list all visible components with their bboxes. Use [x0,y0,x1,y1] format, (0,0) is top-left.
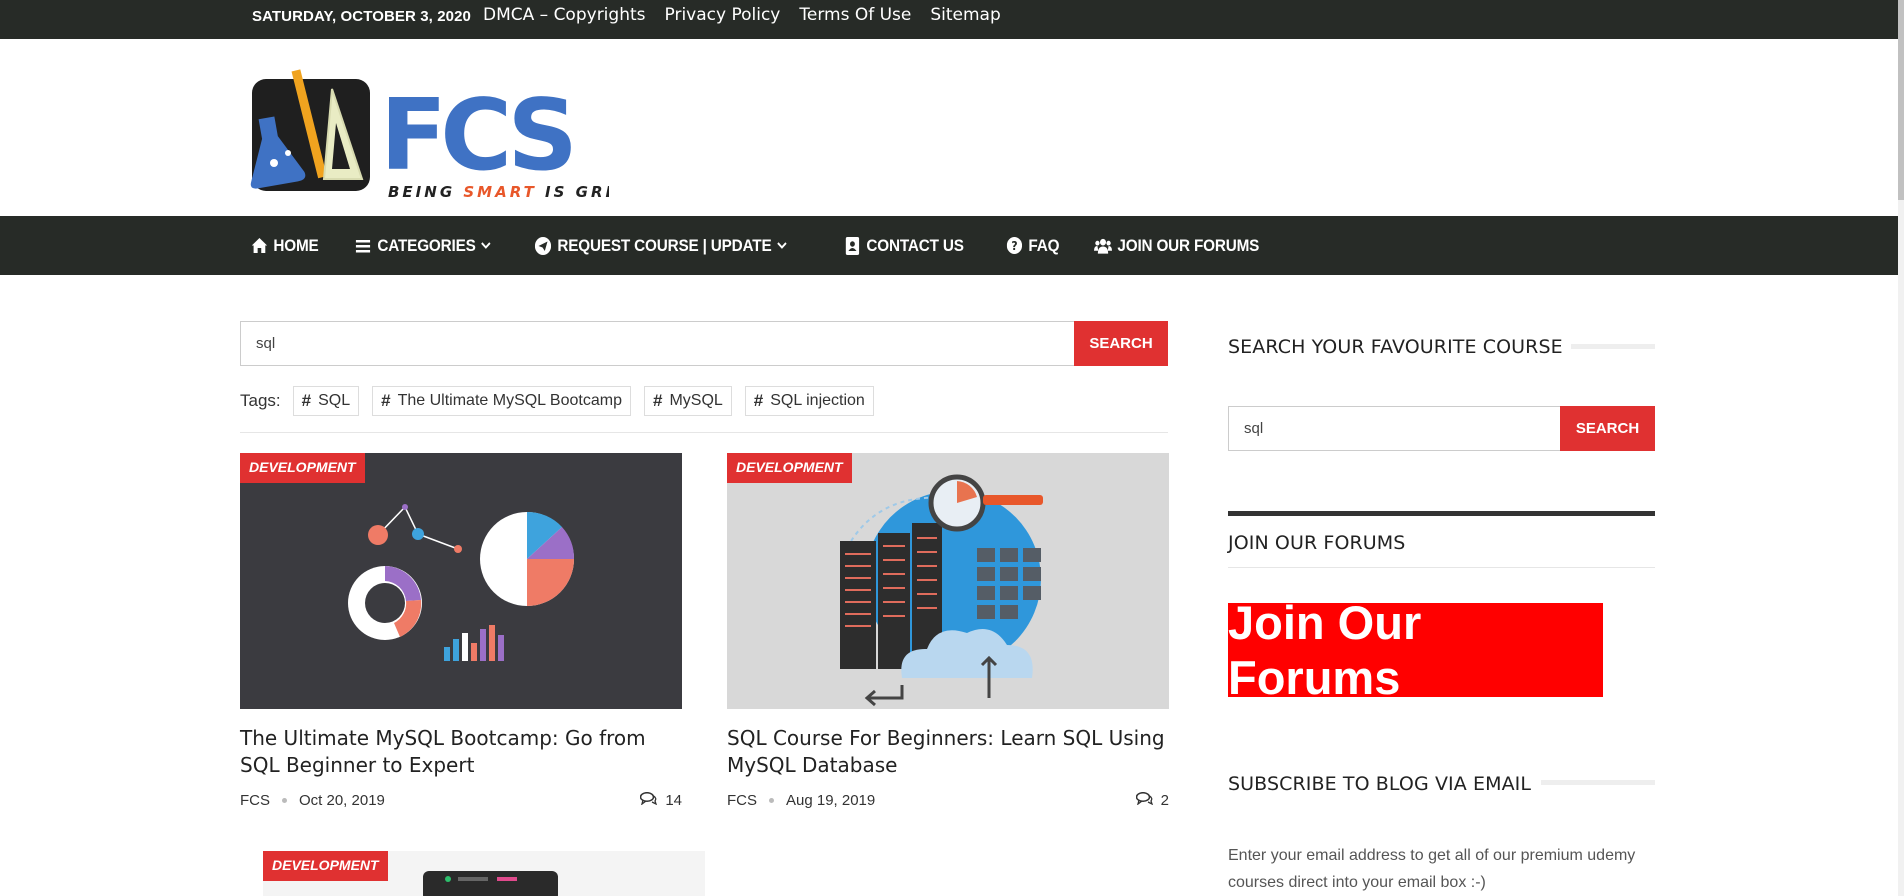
logo-text: FCS [380,79,580,193]
divider [1228,567,1655,568]
comments-count: 14 [665,792,682,809]
logo-tagline-post: IS GREAT [537,183,609,201]
divider [240,432,1168,433]
sidebar-search-input[interactable] [1229,407,1561,450]
post-author[interactable]: FCS [727,792,757,809]
scrollbar-thumb[interactable] [1898,0,1904,200]
join-forums-banner[interactable]: Join Our Forums [1228,596,1603,704]
post-thumbnail[interactable]: DEVELOPMENT [727,453,1169,709]
post-thumbnail[interactable]: DEVELOPMENT [263,851,705,896]
post-meta: FCS Aug 19, 2019 2 [727,791,1169,809]
hashtag-icon: # [301,391,312,410]
tag-label: SQL injection [770,392,865,409]
nav-label-request-course: REQUEST COURSE | UPDATE [557,235,772,255]
tags-row: Tags: # SQL # The Ultimate MySQL Bootcamp … [240,386,887,416]
nav-item-faq[interactable]: ? FAQ [1005,235,1060,256]
hashtag-icon: # [381,391,391,410]
question-circle-icon: ? [1005,236,1023,256]
nav-item-forums[interactable]: JOIN OUR FORUMS [1093,235,1259,256]
main-search-input[interactable] [241,322,1075,365]
sidebar-forums-title: JOIN OUR FORUMS [1228,532,1406,554]
main-search-form: SEARCH [240,321,1168,366]
logo-tagline-pre: BEING [388,183,463,201]
post-comments[interactable]: 14 [640,791,682,809]
post-meta: FCS Oct 20, 2019 14 [240,791,682,809]
nav-label-faq: FAQ [1028,235,1060,255]
category-badge[interactable]: DEVELOPMENT [240,453,365,483]
site-header: FCS BEING SMART IS GREAT [0,39,1898,216]
post-date: Oct 20, 2019 [299,792,385,809]
bars-icon [354,236,372,256]
tag-label: MySQL [669,392,723,409]
top-link-privacy[interactable]: Privacy Policy [665,5,781,25]
sidebar-subscribe-title: SUBSCRIBE TO BLOG VIA EMAIL [1228,773,1532,795]
post-date: Aug 19, 2019 [786,792,876,809]
main-nav: HOME CATEGORIES REQUEST COURSE | UPDATE [0,216,1898,275]
logo-tagline-accent: SMART [463,183,536,201]
top-link-sitemap[interactable]: Sitemap [930,5,1000,25]
address-card-icon [843,236,861,256]
svg-text:BEING SMART IS GREAT: BEING SMART IS GREAT [388,183,609,201]
title-decoration [1541,780,1655,785]
sidebar-search-title: SEARCH YOUR FAVOURITE COURSE [1228,336,1563,358]
top-link-dmca[interactable]: DMCA – Copyrights [483,5,646,25]
comments-icon [640,791,658,809]
nav-item-categories[interactable]: CATEGORIES [354,236,491,256]
sidebar-search-form: SEARCH [1228,406,1655,451]
tag-label: The Ultimate MySQL Bootcamp [397,392,622,409]
post-title[interactable]: The Ultimate MySQL Bootcamp: Go from SQL… [240,725,682,779]
nav-item-request-course[interactable]: REQUEST COURSE | UPDATE [534,236,787,256]
database-cloud-illustration [727,453,1169,709]
site-logo[interactable]: FCS BEING SMART IS GREAT [244,61,609,201]
nav-label-contact: CONTACT US [866,235,965,255]
nav-label-forums: JOIN OUR FORUMS [1117,235,1259,255]
tag-mysql-bootcamp[interactable]: # The Ultimate MySQL Bootcamp [372,386,631,416]
users-icon [1093,236,1112,256]
top-bar: SATURDAY, OCTOBER 3, 2020 DMCA – Copyrig… [0,0,1898,39]
nav-label-categories: CATEGORIES [377,235,476,255]
meta-separator [769,798,774,803]
page-scrollbar[interactable] [1898,0,1904,896]
tag-sql-injection[interactable]: # SQL injection [744,386,874,416]
post-comments[interactable]: 2 [1135,791,1169,809]
comments-count: 2 [1160,792,1169,809]
nav-item-contact[interactable]: CONTACT US [843,236,964,256]
svg-text:?: ? [1011,238,1017,253]
nav-label-home: HOME [273,235,319,255]
category-badge[interactable]: DEVELOPMENT [727,453,852,483]
post-thumbnail[interactable]: DEVELOPMENT [240,453,682,709]
chevron-down-icon [777,240,787,252]
meta-separator [282,798,287,803]
title-decoration [1571,344,1655,349]
category-badge[interactable]: DEVELOPMENT [263,851,388,881]
home-icon [250,236,268,256]
main-search-button[interactable]: SEARCH [1074,321,1168,366]
tag-sql[interactable]: # SQL [292,386,360,416]
comments-icon [1135,791,1153,809]
hashtag-icon: # [652,391,663,410]
tags-label: Tags: [240,391,281,410]
post-author[interactable]: FCS [240,792,270,809]
hashtag-icon: # [753,391,764,410]
sidebar-search-button[interactable]: SEARCH [1560,406,1655,451]
post-card: DEVELOPMENT [263,851,705,896]
nav-item-home[interactable]: HOME [250,236,319,256]
post-title[interactable]: SQL Course For Beginners: Learn SQL Usin… [727,725,1169,779]
paper-plane-icon [534,236,552,256]
top-links: DMCA – Copyrights Privacy Policy Terms O… [483,5,1001,25]
tag-label: SQL [318,392,351,409]
top-link-terms[interactable]: Terms Of Use [799,5,911,25]
chevron-down-icon [481,240,491,252]
subscribe-description: Enter your email address to get all of o… [1228,847,1636,891]
tag-mysql[interactable]: # MySQL [643,386,732,416]
analytics-illustration [240,453,682,709]
section-divider-thick [1228,511,1655,516]
current-date: SATURDAY, OCTOBER 3, 2020 [252,8,471,25]
